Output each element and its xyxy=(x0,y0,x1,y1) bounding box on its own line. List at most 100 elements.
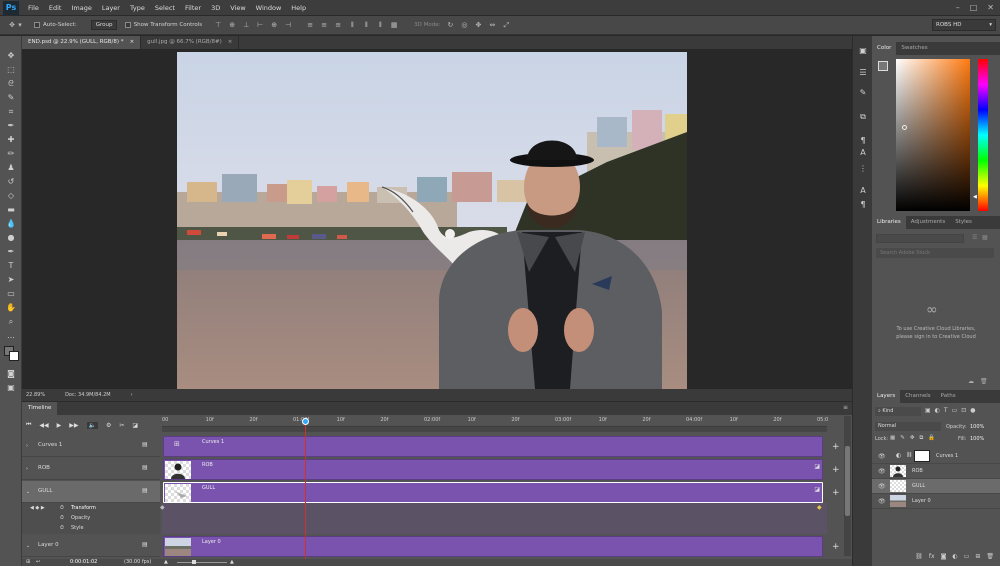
library-dropdown[interactable] xyxy=(876,234,964,243)
status-menu-arrow-icon[interactable]: › xyxy=(131,392,133,398)
clip-layer-0[interactable]: Layer 0 xyxy=(163,536,823,557)
show-transform-checkbox[interactable] xyxy=(124,22,131,28)
brush-tool-icon[interactable]: ✏ xyxy=(5,148,17,160)
track-curves-1[interactable]: › Curves 1 ▤ xyxy=(22,435,160,457)
clip-end-icon[interactable]: ◪ xyxy=(814,486,820,493)
color-picker-cursor[interactable] xyxy=(902,125,907,130)
marquee-tool-icon[interactable]: ⬚ xyxy=(5,64,17,76)
distribute-vcenter-icon[interactable]: ≡ xyxy=(320,21,328,29)
new-adjustment-icon[interactable]: ◐ xyxy=(952,553,957,560)
fill-value[interactable]: 100% xyxy=(970,436,984,442)
distribute-bottom-icon[interactable]: ≡ xyxy=(334,21,342,29)
tab-timeline[interactable]: Timeline xyxy=(22,402,58,415)
prop-style[interactable]: Style xyxy=(71,525,84,531)
3d-roll-icon[interactable]: ◎ xyxy=(460,21,468,29)
visibility-eye-icon[interactable]: 👁 xyxy=(878,468,886,475)
tab-layers[interactable]: Layers xyxy=(872,390,901,403)
align-top-icon[interactable]: ⊤ xyxy=(214,21,222,29)
panel-menu-icon[interactable]: ≡ xyxy=(843,404,848,411)
clip-curves-1[interactable]: ⊞ Curves 1 xyxy=(163,436,823,457)
auto-select-checkbox[interactable] xyxy=(34,22,40,28)
layer-thumbnail[interactable] xyxy=(890,480,906,492)
layer-name[interactable]: GULL xyxy=(912,483,925,489)
layer-rob[interactable]: 👁 ROB xyxy=(872,464,1000,479)
align-vcenter-icon[interactable]: ⊕ xyxy=(228,21,236,29)
type-filter-icon[interactable]: T xyxy=(944,407,948,414)
healing-brush-icon[interactable]: ✚ xyxy=(5,134,17,146)
3d-slide-icon[interactable]: ⇔ xyxy=(488,21,496,29)
layer-thumbnail[interactable] xyxy=(890,495,906,507)
layer-name[interactable]: ROB xyxy=(912,468,923,474)
layer-filter-kind[interactable]: ⌕ Kind xyxy=(875,407,921,416)
pen-tool-icon[interactable]: ✒ xyxy=(5,246,17,258)
add-media-icon[interactable]: + xyxy=(832,488,840,498)
lasso-tool-icon[interactable]: ᘓ xyxy=(5,78,17,90)
tab-channels[interactable]: Channels xyxy=(900,390,935,403)
zoom-tool-icon[interactable]: ⌕ xyxy=(5,316,17,328)
align-bottom-icon[interactable]: ⊥ xyxy=(242,21,250,29)
tab-adjustments[interactable]: Adjustments xyxy=(906,216,950,229)
go-to-first-frame-icon[interactable]: ⏮ xyxy=(26,421,31,429)
opacity-value[interactable]: 100% xyxy=(970,424,984,430)
history-icon[interactable]: ▣ xyxy=(858,46,868,56)
distribute-hcenter-icon[interactable]: ⦀ xyxy=(362,21,370,29)
expand-chevron-icon[interactable]: › xyxy=(26,466,28,472)
tab-swatches[interactable]: Swatches xyxy=(896,42,932,55)
shape-filter-icon[interactable]: ▭ xyxy=(952,407,958,414)
track-layer-0[interactable]: ⌄ Layer 0 ▤ xyxy=(22,535,160,557)
distribute-left-icon[interactable]: ⦀ xyxy=(348,21,356,29)
add-mask-icon[interactable]: ◙ xyxy=(941,553,947,560)
layer-name[interactable]: Layer 0 xyxy=(912,498,931,504)
auto-align-icon[interactable]: ▦ xyxy=(390,21,398,29)
document-canvas-image[interactable] xyxy=(177,52,687,389)
eyedropper-tool-icon[interactable]: ✒ xyxy=(5,120,17,132)
clip-end-icon[interactable]: ◪ xyxy=(814,463,820,470)
timecode[interactable]: 0:00:01:02 xyxy=(70,559,97,565)
stock-search-field[interactable]: Search Adobe Stock xyxy=(876,248,994,258)
prop-transform[interactable]: Transform xyxy=(71,505,96,511)
filmstrip-icon[interactable]: ▤ xyxy=(142,464,148,471)
track-rob[interactable]: › ROB ▤ xyxy=(22,458,160,480)
layer-gull[interactable]: 👁 GULL xyxy=(872,479,1000,494)
workspace-dropdown[interactable]: ROBS HD ▾ xyxy=(932,19,996,31)
align-right-icon[interactable]: ⊣ xyxy=(284,21,292,29)
menu-edit[interactable]: Edit xyxy=(44,0,67,16)
tab-paths[interactable]: Paths xyxy=(936,390,961,403)
stopwatch-icon[interactable]: ⏱ xyxy=(60,505,64,511)
settings-icon[interactable]: ⚙ xyxy=(106,422,111,429)
next-frame-icon[interactable]: ▶▶ xyxy=(69,422,78,429)
character-icon[interactable]: A xyxy=(858,148,868,158)
path-select-tool-icon[interactable]: ➤ xyxy=(5,274,17,286)
filmstrip-icon[interactable]: ▤ xyxy=(142,441,148,448)
add-media-icon[interactable]: + xyxy=(832,442,840,452)
menu-filter[interactable]: Filter xyxy=(180,0,206,16)
close-icon[interactable]: × xyxy=(228,36,233,49)
list-view-icon[interactable]: ☰ xyxy=(972,234,977,241)
screen-mode-icon[interactable]: ▣ xyxy=(5,382,17,394)
align-hcenter-icon[interactable]: ⊕ xyxy=(270,21,278,29)
more-tools-icon[interactable]: … xyxy=(5,330,17,342)
hue-slider[interactable] xyxy=(978,59,988,211)
blur-tool-icon[interactable]: 💧 xyxy=(5,218,17,230)
blend-mode-dropdown[interactable]: Normal xyxy=(875,422,941,431)
clip-rob[interactable]: ROB ◪ xyxy=(163,459,823,480)
layer-layer-0[interactable]: 👁 Layer 0 xyxy=(872,494,1000,509)
tab-gull-jpg[interactable]: gull.jpg @ 66.7% (RGB/8#) × xyxy=(141,36,240,49)
previous-frame-icon[interactable]: ◀◀ xyxy=(39,422,48,429)
keyframe-icon[interactable]: ◆ xyxy=(160,504,165,511)
layer-curves-1[interactable]: 👁 ◐ ⛓ Curves 1 xyxy=(872,449,1000,464)
gradient-tool-icon[interactable]: ▬ xyxy=(5,204,17,216)
maximize-icon[interactable]: □ xyxy=(970,3,978,12)
menu-3d[interactable]: 3D xyxy=(206,0,225,16)
cc-sync-icon[interactable]: ☁ xyxy=(968,378,974,385)
lock-position-icon[interactable]: ✥ xyxy=(910,435,915,442)
menu-image[interactable]: Image xyxy=(66,0,96,16)
lock-all-icon[interactable]: 🔒 xyxy=(928,435,935,442)
new-group-icon[interactable]: ▭ xyxy=(964,553,970,560)
visibility-eye-icon[interactable]: 👁 xyxy=(878,483,886,490)
scrollbar-thumb[interactable] xyxy=(845,446,850,516)
properties-icon[interactable]: ☰ xyxy=(858,68,868,78)
layer-mask-thumbnail[interactable] xyxy=(914,450,930,462)
tab-color[interactable]: Color xyxy=(872,42,897,55)
chevron-down-icon[interactable]: ▾ xyxy=(16,21,24,29)
